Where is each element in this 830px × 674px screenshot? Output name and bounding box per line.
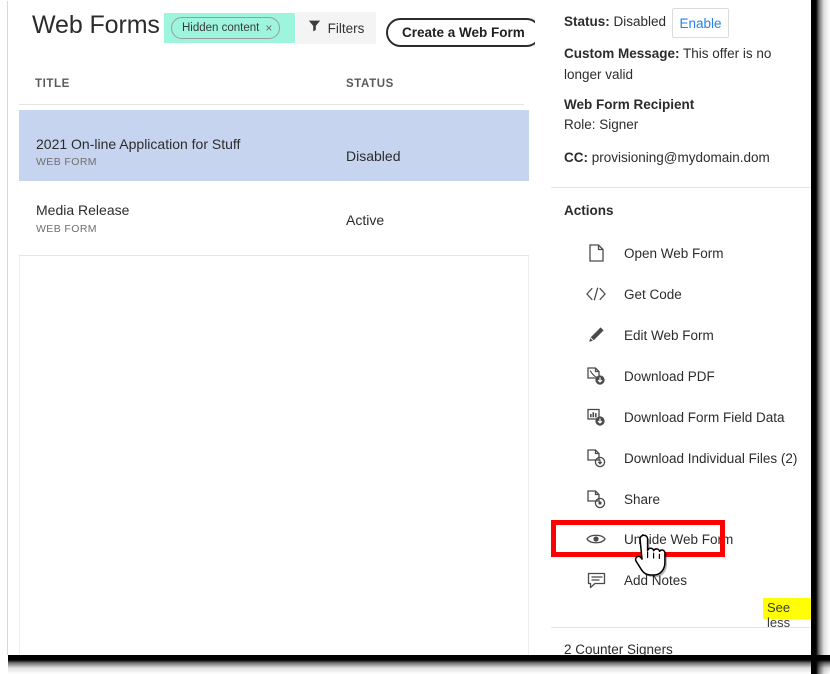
funnel-icon [308, 19, 321, 37]
actions-bottom-divider [551, 627, 811, 628]
action-open-web-form[interactable]: Open Web Form [551, 237, 803, 269]
action-label: Open Web Form [624, 245, 724, 261]
app-surface: Web Forms Hidden content × Filters Creat [8, 0, 811, 657]
table-row[interactable]: 2021 On-line Application for Stuff WEB F… [19, 110, 529, 181]
web-form-recipient-role: Role: Signer [564, 117, 639, 132]
table-row[interactable]: Media Release WEB FORM Active [19, 181, 529, 256]
action-label: Edit Web Form [624, 327, 714, 343]
action-get-code[interactable]: Get Code [551, 278, 803, 310]
download-data-icon [585, 406, 607, 428]
table-right-edge [528, 256, 529, 656]
see-less-link[interactable]: See less [767, 600, 811, 630]
frame-left-edge [7, 0, 8, 656]
web-form-recipient-heading: Web Form Recipient [564, 97, 695, 112]
action-label: Download Form Field Data [624, 409, 785, 425]
eye-icon [585, 528, 607, 550]
code-icon [585, 283, 607, 305]
action-download-pdf[interactable]: Download PDF [551, 360, 803, 392]
status-value: Disabled [613, 14, 667, 29]
cc-line: CC: provisioning@mydomain.dom [564, 150, 770, 165]
details-panel: Status: Disabled Enable Custom Message: … [535, 0, 811, 657]
screenshot-frame: Web Forms Hidden content × Filters Creat [0, 0, 830, 674]
action-download-form-field-data[interactable]: Download Form Field Data [551, 401, 803, 433]
enable-label: Enable [679, 15, 722, 31]
action-label: Add Notes [624, 572, 688, 588]
frame-right-shadow [811, 0, 830, 674]
status-label: Status: [564, 14, 610, 29]
row-title: 2021 On-line Application for Stuff [36, 136, 241, 152]
filters-button[interactable]: Filters [296, 12, 376, 44]
row-subtitle: WEB FORM [36, 223, 97, 235]
action-unhide-web-form[interactable]: Unhide Web Form [551, 523, 803, 555]
details-divider [551, 187, 811, 188]
frame-bottom-shadow [0, 655, 830, 674]
enable-button[interactable]: Enable [672, 8, 729, 38]
hidden-content-filter-chip[interactable]: Hidden content × [171, 17, 281, 39]
filters-label: Filters [327, 20, 365, 36]
document-icon [585, 242, 607, 264]
create-web-form-label: Create a Web Form [402, 25, 525, 40]
toolbar: Web Forms Hidden content × Filters Creat [8, 0, 541, 56]
chip-label: Hidden content [182, 22, 260, 34]
custom-message-label: Custom Message: [564, 46, 680, 61]
table-left-edge [19, 256, 20, 656]
action-label: Unhide Web Form [624, 531, 734, 547]
share-icon [585, 488, 607, 510]
action-edit-web-form[interactable]: Edit Web Form [551, 319, 803, 351]
action-label: Share [624, 491, 661, 507]
cc-label: CC: [564, 150, 588, 165]
cc-value: provisioning@mydomain.dom [591, 150, 770, 165]
action-label: Download PDF [624, 368, 715, 384]
page-title: Web Forms [32, 11, 160, 39]
pencil-icon [585, 324, 607, 346]
custom-message: Custom Message: This offer is no longer … [564, 43, 802, 85]
row-status: Disabled [346, 148, 401, 164]
download-pdf-icon [585, 365, 607, 387]
action-label: Get Code [624, 286, 682, 302]
action-add-notes[interactable]: Add Notes [551, 564, 803, 596]
actions-heading: Actions [564, 203, 614, 218]
row-title: Media Release [36, 202, 130, 218]
status-line: Status: Disabled [564, 14, 666, 29]
table-header-divider [19, 104, 524, 105]
note-icon [585, 569, 607, 591]
row-status: Active [346, 212, 385, 228]
create-web-form-button[interactable]: Create a Web Form [386, 18, 541, 47]
download-files-icon [585, 447, 607, 469]
close-icon[interactable]: × [265, 22, 272, 34]
action-download-individual-files[interactable]: Download Individual Files (2) [551, 442, 803, 474]
column-header-title: TITLE [35, 78, 70, 90]
action-label: Download Individual Files (2) [624, 450, 798, 466]
frame-top-edge [7, 0, 812, 1]
web-forms-list-panel: Web Forms Hidden content × Filters Creat [8, 0, 541, 656]
action-share[interactable]: Share [551, 483, 803, 515]
column-header-status: STATUS [346, 78, 394, 90]
row-subtitle: WEB FORM [36, 156, 97, 168]
